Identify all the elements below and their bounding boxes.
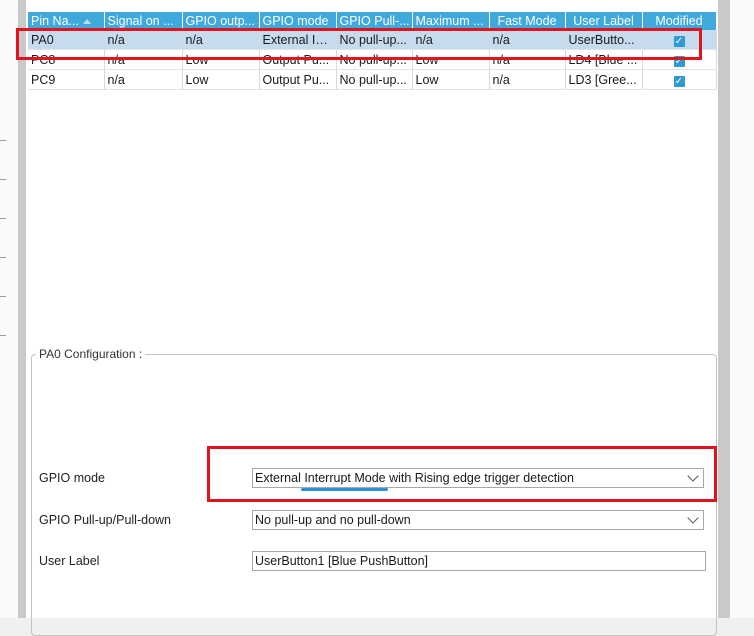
left-tick <box>0 296 6 297</box>
cell-pin-name: PC9 <box>28 69 105 90</box>
left-side-strip <box>0 0 18 618</box>
sort-ascending-icon <box>82 19 91 25</box>
configuration-title: PA0 Configuration : <box>36 347 146 361</box>
gpio-pull-value: No pull-up and no pull-down <box>255 513 411 527</box>
cell-gpio-mode: Output Pu... <box>259 69 337 90</box>
cell-modified: ✓ <box>642 69 717 90</box>
table-row[interactable]: PC9 n/a Low Output Pu... No pull-up... L… <box>28 69 717 90</box>
left-tick <box>0 257 6 258</box>
chevron-down-icon <box>687 512 699 524</box>
gpio-mode-highlight-box <box>207 446 717 502</box>
cell-gpio-pull: No pull-up... <box>336 69 413 90</box>
cell-fast-mode: n/a <box>489 69 566 90</box>
cell-gpio-output: Low <box>182 69 260 90</box>
left-tick <box>0 140 6 141</box>
left-tick <box>0 179 6 180</box>
left-splitter[interactable] <box>18 0 26 618</box>
left-tick <box>0 335 6 336</box>
cell-signal: n/a <box>104 69 183 90</box>
right-splitter[interactable] <box>718 0 730 618</box>
gpio-pull-select[interactable]: No pull-up and no pull-down <box>252 510 704 530</box>
cell-user-label: LD3 [Gree... <box>565 69 643 90</box>
gpio-pull-label: GPIO Pull-up/Pull-down <box>39 513 172 527</box>
user-label-label: User Label <box>39 554 100 568</box>
selected-row-highlight-box <box>16 28 702 60</box>
gpio-mode-label: GPIO mode <box>39 471 105 485</box>
right-side-strip <box>730 0 754 618</box>
left-tick <box>0 218 6 219</box>
cell-maximum: Low <box>412 69 490 90</box>
checkbox-checked-icon: ✓ <box>673 75 685 87</box>
user-label-input[interactable]: UserButton1 [Blue PushButton] <box>252 551 706 571</box>
